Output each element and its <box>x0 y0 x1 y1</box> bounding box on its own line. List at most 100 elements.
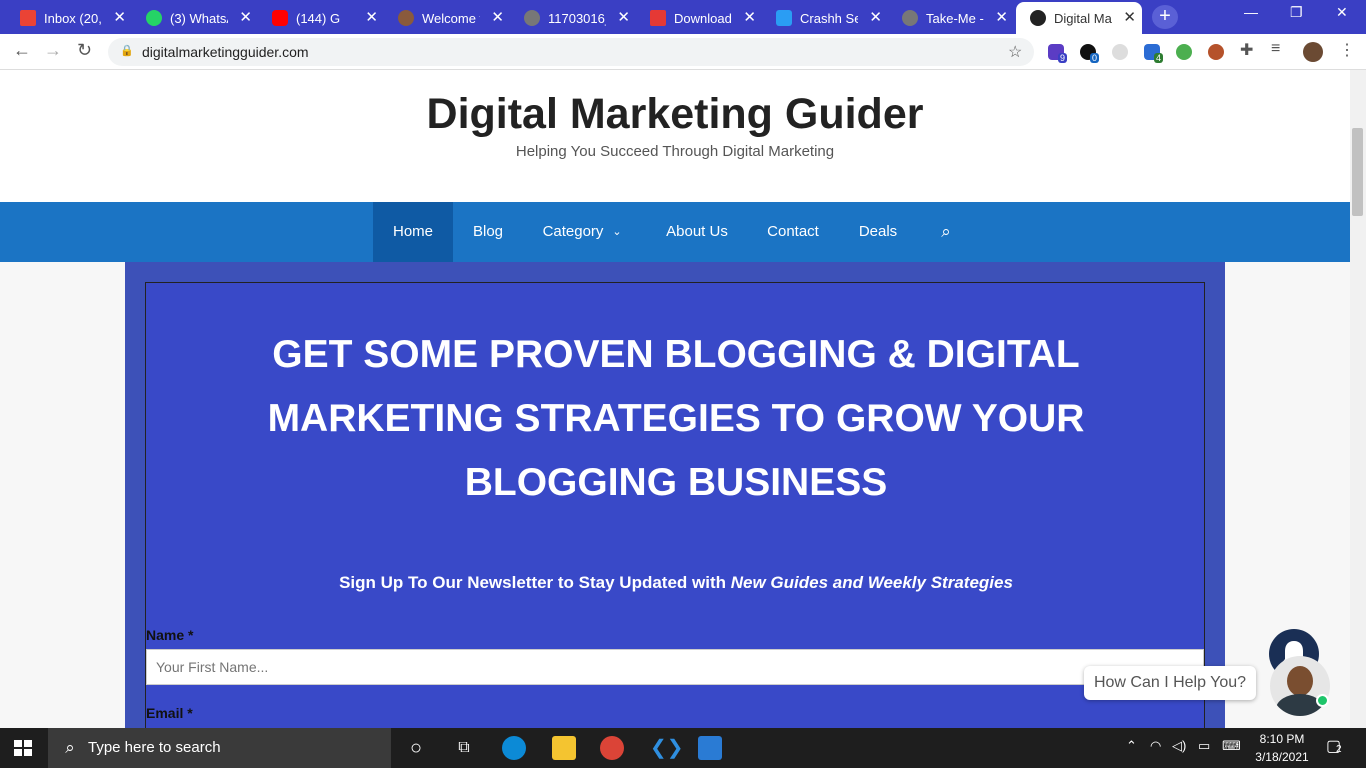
tab-label: Welcome tc <box>422 10 480 26</box>
name-input[interactable] <box>146 649 1204 685</box>
nav-about-us[interactable]: About Us <box>660 202 734 262</box>
site-title[interactable]: Digital Marketing Guider <box>0 90 1350 139</box>
name-label: Name * <box>146 627 194 643</box>
tab-label: Crashh Sea <box>800 10 858 26</box>
subheading-text: Sign Up To Our Newsletter to Stay Update… <box>339 573 731 592</box>
wifi-icon[interactable]: ◠ <box>1150 738 1161 754</box>
agent-head <box>1287 666 1313 696</box>
scrollbar-thumb[interactable] <box>1352 128 1363 216</box>
globe-icon <box>902 10 918 26</box>
chat-prompt[interactable]: How Can I Help You? <box>1084 666 1256 700</box>
reload-icon[interactable]: ↻ <box>77 40 92 61</box>
tab-label: Download ( <box>674 10 732 26</box>
chevron-down-icon[interactable]: ⌄ <box>610 202 624 262</box>
cortana-icon[interactable]: ○ <box>404 736 428 760</box>
main-navigation: Home Blog Category ⌄ About Us Contact De… <box>0 202 1350 262</box>
media-queue-icon[interactable]: ≡ <box>1271 40 1280 58</box>
site-header: Digital Marketing Guider Helping You Suc… <box>0 70 1350 202</box>
avatar-icon <box>398 10 414 26</box>
back-icon[interactable]: ← <box>13 40 31 61</box>
globe-icon <box>524 10 540 26</box>
speaker-icon[interactable]: ◁) <box>1172 738 1186 754</box>
newsletter-section: GET SOME PROVEN BLOGGING & DIGITAL MARKE… <box>125 262 1225 728</box>
newsletter-subheading: Sign Up To Our Newsletter to Stay Update… <box>146 573 1206 593</box>
close-icon[interactable]: ✕ <box>995 10 1008 25</box>
bookmark-star-icon[interactable]: ☆ <box>1008 42 1022 62</box>
tab-crashh[interactable]: Crashh Sea ✕ <box>762 2 888 34</box>
extension-icon[interactable] <box>1112 44 1128 60</box>
newsletter-box: GET SOME PROVEN BLOGGING & DIGITAL MARKE… <box>145 282 1205 728</box>
gmail-icon <box>20 10 36 26</box>
restore-icon[interactable]: ❐ <box>1290 4 1303 21</box>
tab-welcome[interactable]: Welcome tc ✕ <box>384 2 510 34</box>
crashh-icon <box>776 10 792 26</box>
site-tagline: Helping You Succeed Through Digital Mark… <box>515 143 835 160</box>
battery-icon[interactable]: ▭ <box>1198 738 1210 754</box>
tab-strip: Inbox (20,2! ✕ (3) WhatsA ✕ (144) G ✕ We… <box>0 0 1366 34</box>
search-icon: ⌕ <box>65 738 75 757</box>
nav-deals[interactable]: Deals <box>854 202 902 262</box>
nav-contact[interactable]: Contact <box>762 202 824 262</box>
vscode-icon[interactable]: ❮❯ <box>650 736 684 760</box>
extension-badge: 4 <box>1154 53 1164 63</box>
tab-download[interactable]: Download ( ✕ <box>636 2 762 34</box>
clock-date: 3/18/2021 <box>1255 750 1309 764</box>
edge-icon[interactable] <box>502 736 526 760</box>
tab-label: Digital Mark <box>1054 10 1112 26</box>
close-icon[interactable]: ✕ <box>491 10 504 25</box>
tab-gmail[interactable]: Inbox (20,2! ✕ <box>6 2 132 34</box>
photos-icon[interactable] <box>698 736 722 760</box>
tab-digital-marketing[interactable]: Digital Mark ✕ <box>1016 2 1142 34</box>
address-bar[interactable]: digitalmarketingguider.com <box>108 38 1034 66</box>
subheading-emphasis: New Guides and Weekly Strategies <box>730 573 1013 592</box>
profile-avatar[interactable] <box>1303 42 1323 62</box>
browser-toolbar: ← → ↻ digitalmarketingguider.com 🔒 ☆ 9 0… <box>0 34 1366 70</box>
close-icon[interactable]: ✕ <box>869 10 882 25</box>
system-clock[interactable]: 8:10 PM 3/18/2021 <box>1252 730 1312 766</box>
tab-label: (144) G <box>296 10 341 26</box>
tab-label: Inbox (20,2! <box>44 10 102 26</box>
new-tab-button[interactable]: + <box>1152 5 1178 29</box>
minimize-icon[interactable]: — <box>1244 4 1258 20</box>
tab-label: (3) WhatsA <box>170 10 228 26</box>
tab-take-me[interactable]: Take-Me - P ✕ <box>888 2 1014 34</box>
nav-blog[interactable]: Blog <box>462 202 514 262</box>
close-icon[interactable]: ✕ <box>113 10 126 25</box>
whatsapp-icon <box>146 10 162 26</box>
extension-badge: 0 <box>1090 53 1100 63</box>
windows-taskbar: Type here to search ⌕ ○ ⧉ ❮❯ ⌃ ◠ ◁) ▭ ⌨ … <box>0 728 1366 768</box>
close-icon[interactable]: ✕ <box>743 10 756 25</box>
close-icon[interactable]: ✕ <box>617 10 630 25</box>
dmg-icon <box>1030 10 1046 26</box>
search-icon[interactable]: ⌕ <box>934 202 958 262</box>
notification-count: 2 <box>1336 744 1342 755</box>
close-icon[interactable]: ✕ <box>239 10 252 25</box>
extension-icon[interactable] <box>1176 44 1192 60</box>
page-scrollbar[interactable] <box>1350 70 1366 728</box>
task-view-icon[interactable]: ⧉ <box>452 736 476 760</box>
close-icon[interactable]: ✕ <box>365 10 378 25</box>
tab-label: 11703016_/ <box>548 10 606 26</box>
newsletter-headline: GET SOME PROVEN BLOGGING & DIGITAL MARKE… <box>267 333 1085 504</box>
close-icon[interactable]: ✕ <box>1123 10 1136 25</box>
chat-agent-avatar[interactable] <box>1270 656 1330 716</box>
tab-whatsapp[interactable]: (3) WhatsA ✕ <box>132 2 258 34</box>
windows-start-icon[interactable] <box>14 740 32 756</box>
tab-11703016[interactable]: 11703016_/ ✕ <box>510 2 636 34</box>
forward-icon[interactable]: → <box>44 40 62 61</box>
tab-label: Take-Me - P <box>926 10 984 26</box>
taskbar-search[interactable]: Type here to search <box>48 728 391 768</box>
kebab-menu-icon[interactable]: ⋮ <box>1339 40 1355 60</box>
close-window-icon[interactable]: ✕ <box>1336 4 1348 21</box>
tab-youtube[interactable]: (144) G ✕ <box>258 2 384 34</box>
chevron-up-icon[interactable]: ⌃ <box>1126 738 1137 754</box>
lock-icon[interactable]: 🔒 <box>120 44 134 57</box>
page-viewport: Digital Marketing Guider Helping You Suc… <box>0 70 1350 728</box>
chrome-icon[interactable] <box>600 736 624 760</box>
nav-category[interactable]: Category <box>538 202 608 262</box>
avatar-extension-icon[interactable] <box>1208 44 1224 60</box>
file-explorer-icon[interactable] <box>552 736 576 760</box>
keyboard-icon[interactable]: ⌨ <box>1222 738 1241 754</box>
puzzle-icon[interactable]: ✚ <box>1240 40 1253 60</box>
nav-home[interactable]: Home <box>373 202 453 262</box>
